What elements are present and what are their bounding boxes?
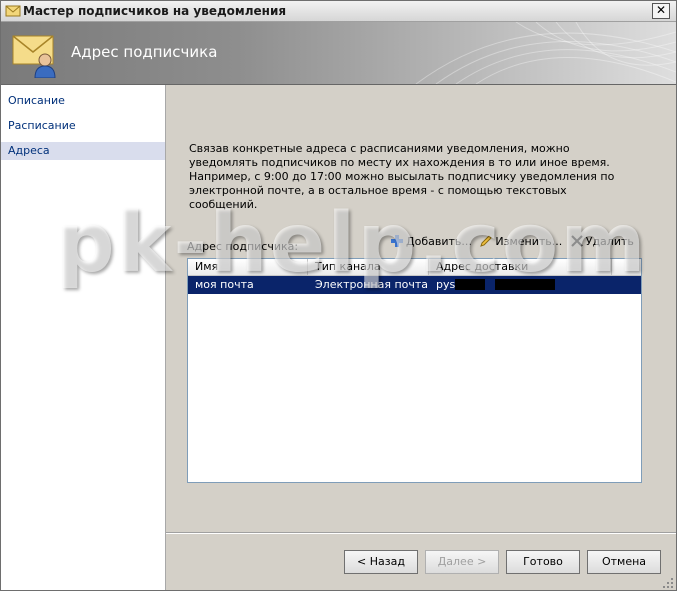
wizard-header: Адрес подписчика [1, 22, 676, 85]
page-title: Адрес подписчика [71, 43, 218, 61]
address-toolbar: Добавить... Изменить... Удалить [390, 233, 638, 251]
envelope-icon [5, 5, 21, 17]
wizard-window: Мастер подписчиков на уведомления ✕ Адре… [0, 0, 677, 591]
resize-grip-icon[interactable] [662, 577, 674, 589]
close-button[interactable]: ✕ [652, 3, 670, 19]
delete-button[interactable]: Удалить [570, 233, 634, 251]
row-name: моя почта [195, 278, 254, 291]
add-button[interactable]: Добавить... [390, 233, 472, 251]
header-decoration [415, 22, 676, 84]
edit-button-label: Изменить... [495, 235, 563, 248]
wizard-content: Связав конкретные адреса с расписаниями … [166, 85, 676, 590]
column-header-name[interactable]: Имя [188, 259, 308, 275]
pencil-icon [480, 235, 493, 247]
column-header-address[interactable]: Адрес доставки [429, 259, 612, 275]
wizard-sidebar: Описание Расписание Адреса [1, 85, 166, 590]
back-button[interactable]: < Назад [344, 550, 418, 574]
column-header-channel[interactable]: Тип канала [308, 259, 429, 275]
row-channel: Электронная почта ... [315, 278, 429, 291]
edit-button[interactable]: Изменить... [479, 233, 562, 251]
subscriber-envelope-icon [12, 35, 56, 78]
add-button-label: Добавить... [406, 235, 472, 248]
delete-button-label: Удалить [585, 235, 634, 248]
row-address-prefix: pys [436, 278, 456, 291]
delete-icon [571, 235, 583, 247]
list-header: Имя Тип канала Адрес доставки [188, 259, 641, 276]
address-label: Адрес подписчика: [187, 240, 299, 253]
sidebar-item-addresses[interactable]: Адреса [1, 142, 165, 160]
sidebar-item-description[interactable]: Описание [1, 92, 165, 110]
redaction-mark [455, 279, 485, 290]
address-list[interactable]: Имя Тип канала Адрес доставки моя почта … [187, 258, 642, 483]
table-row[interactable]: моя почта Электронная почта ... pys [188, 276, 641, 294]
title-bar[interactable]: Мастер подписчиков на уведомления ✕ [1, 1, 676, 22]
description-text: Связав конкретные адреса с расписаниями … [189, 142, 615, 211]
footer-divider [166, 532, 676, 534]
cancel-button[interactable]: Отмена [587, 550, 661, 574]
sidebar-item-schedule[interactable]: Расписание [1, 117, 165, 135]
redaction-mark [495, 279, 555, 290]
finish-button[interactable]: Готово [506, 550, 580, 574]
window-title: Мастер подписчиков на уведомления [23, 4, 287, 18]
add-icon [391, 235, 403, 247]
next-button[interactable]: Далее > [425, 550, 499, 574]
